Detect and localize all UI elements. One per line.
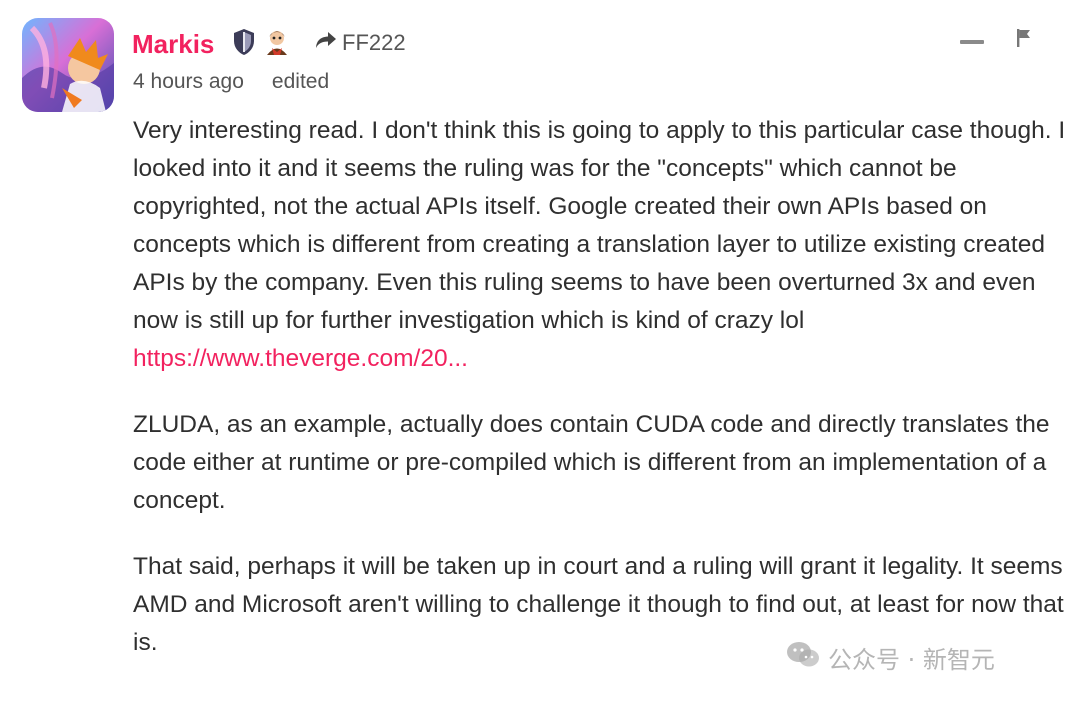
collapse-icon[interactable] — [960, 32, 984, 50]
watermark: 公众号 · 新智元 — [786, 640, 995, 675]
wechat-icon — [786, 641, 820, 675]
avatar-image — [22, 18, 114, 112]
reply-arrow-icon — [314, 30, 338, 56]
timestamp[interactable]: 4 hours ago — [133, 70, 244, 94]
edited-label: edited — [271, 70, 330, 93]
reply-to-user[interactable]: FF222 — [342, 30, 406, 56]
comment: Markis FF222 4 hours ago edited Very int… — [0, 0, 1080, 701]
paragraph-2: ZLUDA, as an example, actually does cont… — [133, 411, 1050, 514]
shield-badge-icon — [232, 28, 256, 61]
badge-group — [232, 28, 290, 61]
comment-actions — [960, 28, 1032, 53]
reply-to[interactable]: FF222 — [314, 30, 406, 56]
comment-meta: 4 hours ago edited — [133, 70, 329, 94]
paragraph-1: Very interesting read. I don't think thi… — [133, 112, 1068, 378]
avatar[interactable] — [22, 18, 114, 112]
comment-body: Very interesting read. I don't think thi… — [133, 112, 1068, 662]
character-badge-icon — [264, 28, 290, 61]
flag-icon[interactable] — [1016, 28, 1032, 53]
author-name[interactable]: Markis — [132, 28, 214, 60]
article-link[interactable]: https://www.theverge.com/20... — [133, 345, 468, 372]
watermark-text: 公众号 · 新智元 — [828, 646, 995, 674]
paragraph-1-text: Very interesting read. I don't think thi… — [133, 117, 1066, 334]
